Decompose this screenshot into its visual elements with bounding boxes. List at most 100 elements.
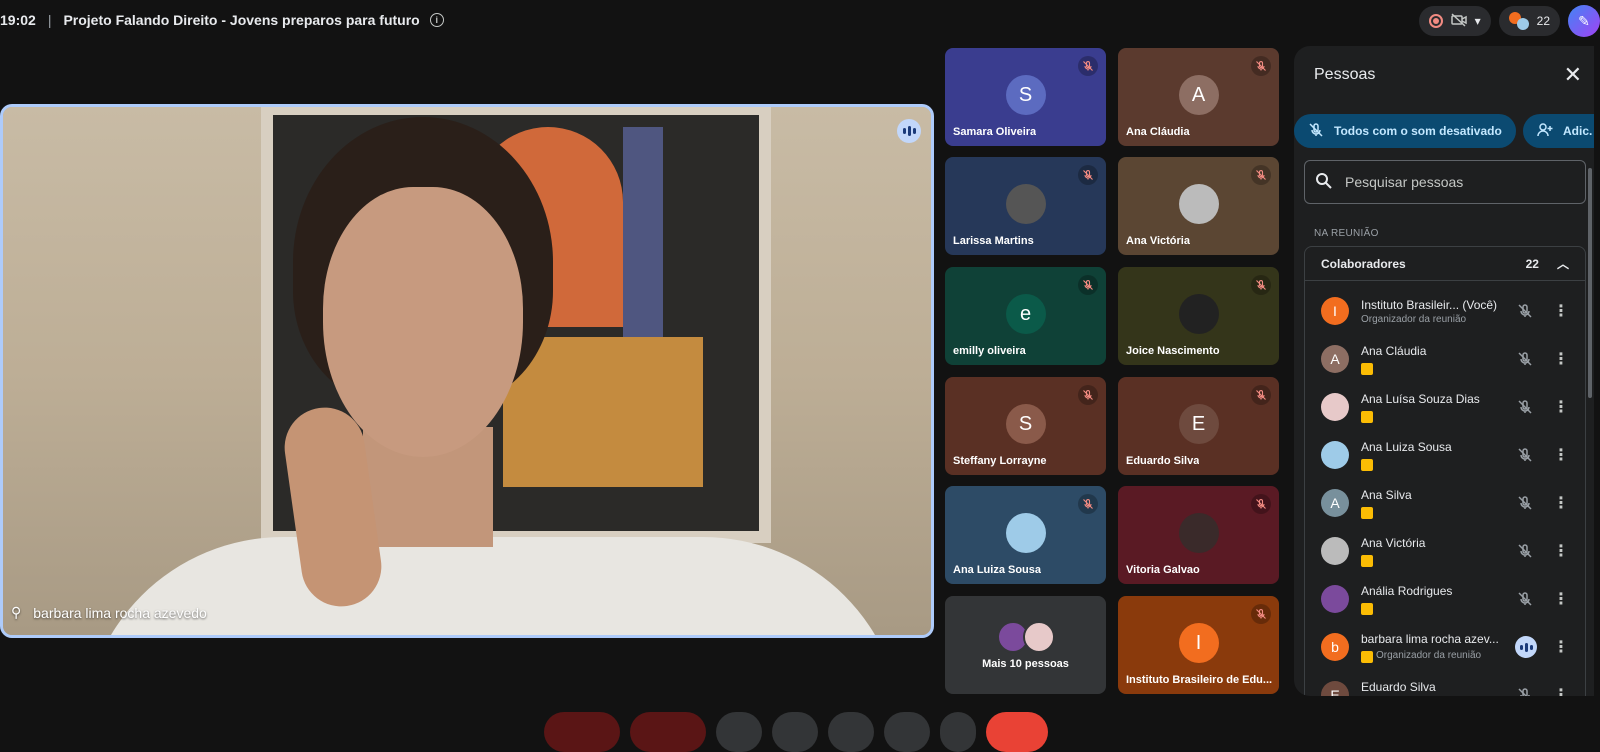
ai-assistant-icon[interactable]: ✎ <box>1568 5 1600 37</box>
collaborator-badge-icon <box>1361 410 1373 423</box>
participant-name: Anália Rodrigues <box>1361 583 1453 598</box>
participant-name: Ana Luísa Souza Dias <box>1361 391 1480 406</box>
present-button[interactable] <box>828 712 874 752</box>
meeting-info: 19:02 | Projeto Falando Direito - Jovens… <box>0 12 444 28</box>
participant-tile[interactable]: Ana Luiza Sousa <box>945 486 1106 584</box>
search-icon <box>1315 172 1333 193</box>
participant-tile[interactable]: Ana Victória <box>1118 157 1279 255</box>
mic-off-icon[interactable] <box>1517 495 1533 516</box>
section-label: NA REUNIÃO <box>1314 228 1379 239</box>
participant-text: Instituto Brasileir... (Você) Organizador… <box>1361 298 1506 325</box>
participant-role: Organizador da reunião <box>1361 648 1506 663</box>
camera-toggle-button[interactable] <box>630 712 706 752</box>
speaking-indicator-icon <box>897 119 921 143</box>
participant-name: Ana Luiza Sousa <box>1361 439 1452 454</box>
more-vert-icon[interactable]: ⋮ <box>1553 589 1569 609</box>
camera-off-icon <box>1450 12 1467 30</box>
chevron-up-icon[interactable]: ︿ <box>1557 255 1569 272</box>
participant-avatar <box>1178 513 1219 554</box>
mic-off-icon[interactable] <box>1517 399 1533 420</box>
mic-toggle-button[interactable] <box>544 712 620 752</box>
participant-tile[interactable]: Vitoria Galvao <box>1118 486 1279 584</box>
info-icon[interactable]: i <box>429 13 444 27</box>
mic-off-icon[interactable] <box>1517 447 1533 468</box>
close-icon[interactable]: ✕ <box>1564 62 1582 88</box>
mute-all-button[interactable]: Todos com o som desativado <box>1294 114 1516 148</box>
mic-off-icon[interactable] <box>1517 303 1533 324</box>
speaking-indicator-icon <box>1515 636 1537 658</box>
recording-icon <box>1428 14 1443 28</box>
participant-name: Samara Oliveira <box>953 126 1037 138</box>
participant-name: Eduardo Silva <box>1361 679 1436 694</box>
participant-tile[interactable]: Joice Nascimento <box>1118 267 1279 365</box>
participant-role <box>1361 504 1506 519</box>
emoji-button[interactable] <box>772 712 818 752</box>
participant-tile[interactable]: Larissa Martins <box>945 157 1106 255</box>
participant-name: Joice Nascimento <box>1126 345 1220 357</box>
participant-tile[interactable]: I Instituto Brasileiro de Edu... <box>1118 596 1279 694</box>
participant-row[interactable]: Anália Rodrigues ⋮ <box>1305 575 1585 623</box>
participant-row[interactable]: Ana Luiza Sousa ⋮ <box>1305 431 1585 479</box>
group-header[interactable]: Colaboradores 22 ︿ <box>1305 247 1585 281</box>
more-vert-icon[interactable]: ⋮ <box>1553 493 1569 513</box>
participant-text: Ana Luiza Sousa <box>1361 440 1506 471</box>
mic-off-icon[interactable] <box>1517 591 1533 612</box>
participant-row[interactable]: I Instituto Brasileir... (Você) Organizado… <box>1305 287 1585 335</box>
participants-avatars-icon <box>1508 12 1529 30</box>
mic-off-icon <box>1251 56 1271 76</box>
participant-role <box>1361 360 1506 375</box>
participant-tile[interactable]: S Samara Oliveira <box>945 48 1106 146</box>
raise-hand-button[interactable] <box>884 712 930 752</box>
more-vert-icon[interactable]: ⋮ <box>1553 637 1569 657</box>
participants-pill[interactable]: 22 <box>1498 6 1560 36</box>
participant-name: Ana Cláudia <box>1361 343 1427 358</box>
participant-count: 22 <box>1536 14 1550 28</box>
participant-row[interactable]: b barbara lima rocha azev... Organizador d… <box>1305 623 1585 671</box>
participant-name: barbara lima rocha azev... <box>1361 631 1499 646</box>
participant-tile[interactable]: A Ana Cláudia <box>1118 48 1279 146</box>
participant-name: Eduardo Silva <box>1126 455 1200 467</box>
participant-row[interactable]: Ana Victória ⋮ <box>1305 527 1585 575</box>
captions-button[interactable] <box>716 712 762 752</box>
participant-row[interactable]: E Eduardo Silva ⋮ <box>1305 671 1585 696</box>
group-name: Colaboradores <box>1321 256 1406 271</box>
mic-off-icon <box>1251 275 1271 295</box>
mic-off-icon[interactable] <box>1517 687 1533 696</box>
participant-tile[interactable]: e emilly oliveira <box>945 267 1106 365</box>
main-speaker-video[interactable]: ⚲ barbara lima rocha azevedo <box>0 104 934 638</box>
participant-text: Anália Rodrigues <box>1361 584 1506 615</box>
participant-tile[interactable]: E Eduardo Silva <box>1118 377 1279 475</box>
panel-scrollbar[interactable] <box>1588 168 1592 398</box>
people-panel: Pessoas ✕ Todos com o som desativado Adi… <box>1294 46 1594 696</box>
more-vert-icon[interactable]: ⋮ <box>1553 349 1569 369</box>
add-people-label: Adic. p <box>1563 124 1594 138</box>
participant-tile[interactable]: S Steffany Lorrayne <box>945 377 1106 475</box>
mic-off-icon <box>1251 385 1271 405</box>
search-field[interactable]: Pesquisar pessoas <box>1304 160 1586 204</box>
more-options-button[interactable] <box>940 712 976 752</box>
participant-avatar <box>1321 537 1349 565</box>
participant-row[interactable]: Ana Luísa Souza Dias ⋮ <box>1305 383 1585 431</box>
more-vert-icon[interactable]: ⋮ <box>1553 445 1569 465</box>
more-vert-icon[interactable]: ⋮ <box>1553 397 1569 417</box>
participant-avatar <box>1005 184 1046 225</box>
participant-role <box>1361 600 1506 615</box>
mic-off-icon[interactable] <box>1517 351 1533 372</box>
participant-role <box>1361 552 1506 567</box>
recording-pill[interactable]: ▾ <box>1418 6 1491 36</box>
participant-avatar <box>1321 585 1349 613</box>
collaborator-badge-icon <box>1361 602 1373 615</box>
participant-text: Ana Luísa Souza Dias <box>1361 392 1506 423</box>
participant-row[interactable]: A Ana Silva ⋮ <box>1305 479 1585 527</box>
collaborators-group: Colaboradores 22 ︿ I Instituto Brasileir.… <box>1304 246 1586 696</box>
more-vert-icon[interactable]: ⋮ <box>1553 685 1569 696</box>
mic-off-icon[interactable] <box>1517 543 1533 564</box>
more-vert-icon[interactable]: ⋮ <box>1553 301 1569 321</box>
more-participants-tile[interactable]: Mais 10 pessoas <box>945 596 1106 694</box>
collaborator-badge-icon <box>1361 362 1373 375</box>
participant-row[interactable]: A Ana Cláudia ⋮ <box>1305 335 1585 383</box>
collaborator-badge-icon <box>1361 506 1373 519</box>
more-vert-icon[interactable]: ⋮ <box>1553 541 1569 561</box>
add-people-button[interactable]: Adic. p <box>1523 114 1594 148</box>
leave-call-button[interactable] <box>986 712 1048 752</box>
